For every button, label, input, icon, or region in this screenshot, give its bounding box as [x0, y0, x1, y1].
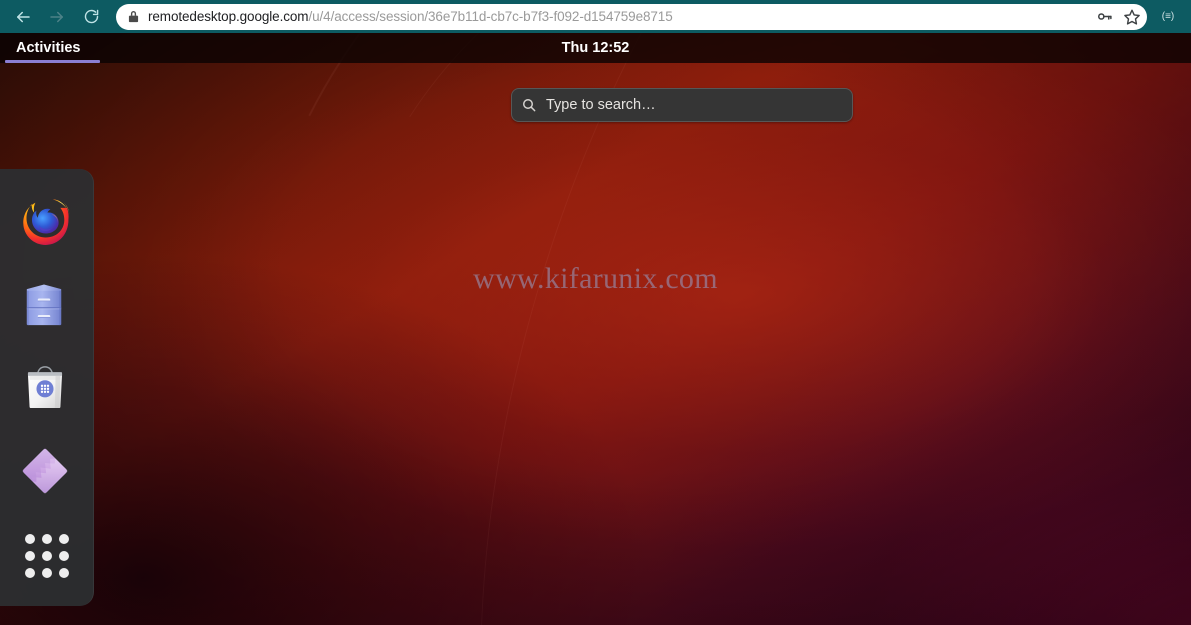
extension-glyph: (≡): [1161, 11, 1175, 22]
screen: remotedesktop.google.com/u/4/access/sess…: [0, 0, 1191, 625]
dock-item-firefox[interactable]: [0, 181, 93, 264]
key-icon[interactable]: [1091, 4, 1117, 30]
back-button[interactable]: [8, 2, 38, 32]
address-bar[interactable]: remotedesktop.google.com/u/4/access/sess…: [116, 3, 1147, 30]
clock-label: Thu 12:52: [561, 40, 630, 56]
dock: [0, 169, 94, 606]
shopping-bag-icon: [19, 362, 73, 416]
url-path: /u/4/access/session/36e7b11d-cb7c-b7f3-f…: [308, 8, 673, 24]
activities-active-indicator: [5, 60, 100, 63]
file-cabinet-icon: [19, 279, 73, 333]
star-icon[interactable]: [1119, 4, 1145, 30]
activities-button[interactable]: Activities: [0, 33, 100, 63]
url-host: remotedesktop.google.com: [148, 8, 309, 24]
reload-button[interactable]: [76, 2, 106, 32]
clock-button[interactable]: Thu 12:52: [0, 33, 1191, 63]
extension-icon[interactable]: (≡): [1155, 4, 1181, 30]
url-text: remotedesktop.google.com/u/4/access/sess…: [146, 4, 1091, 30]
reload-icon: [83, 8, 100, 25]
app-grid-icon: [25, 533, 69, 578]
firefox-icon: [19, 196, 73, 250]
show-applications-button[interactable]: [0, 513, 93, 598]
search-input[interactable]: Type to search…: [511, 88, 853, 122]
forward-arrow-icon: [48, 8, 66, 26]
back-arrow-icon: [14, 8, 32, 26]
dock-item-help[interactable]: [0, 430, 93, 513]
search-placeholder: Type to search…: [546, 97, 656, 113]
purple-diamond-icon: [19, 445, 73, 499]
dock-item-files[interactable]: [0, 264, 93, 347]
activities-label: Activities: [16, 40, 81, 56]
forward-button[interactable]: [42, 2, 72, 32]
search-icon: [512, 89, 546, 121]
gnome-top-bar: Activities Thu 12:52: [0, 33, 1191, 63]
browser-toolbar: remotedesktop.google.com/u/4/access/sess…: [0, 0, 1191, 33]
dock-item-software[interactable]: [0, 347, 93, 430]
padlock-icon: [120, 10, 146, 23]
